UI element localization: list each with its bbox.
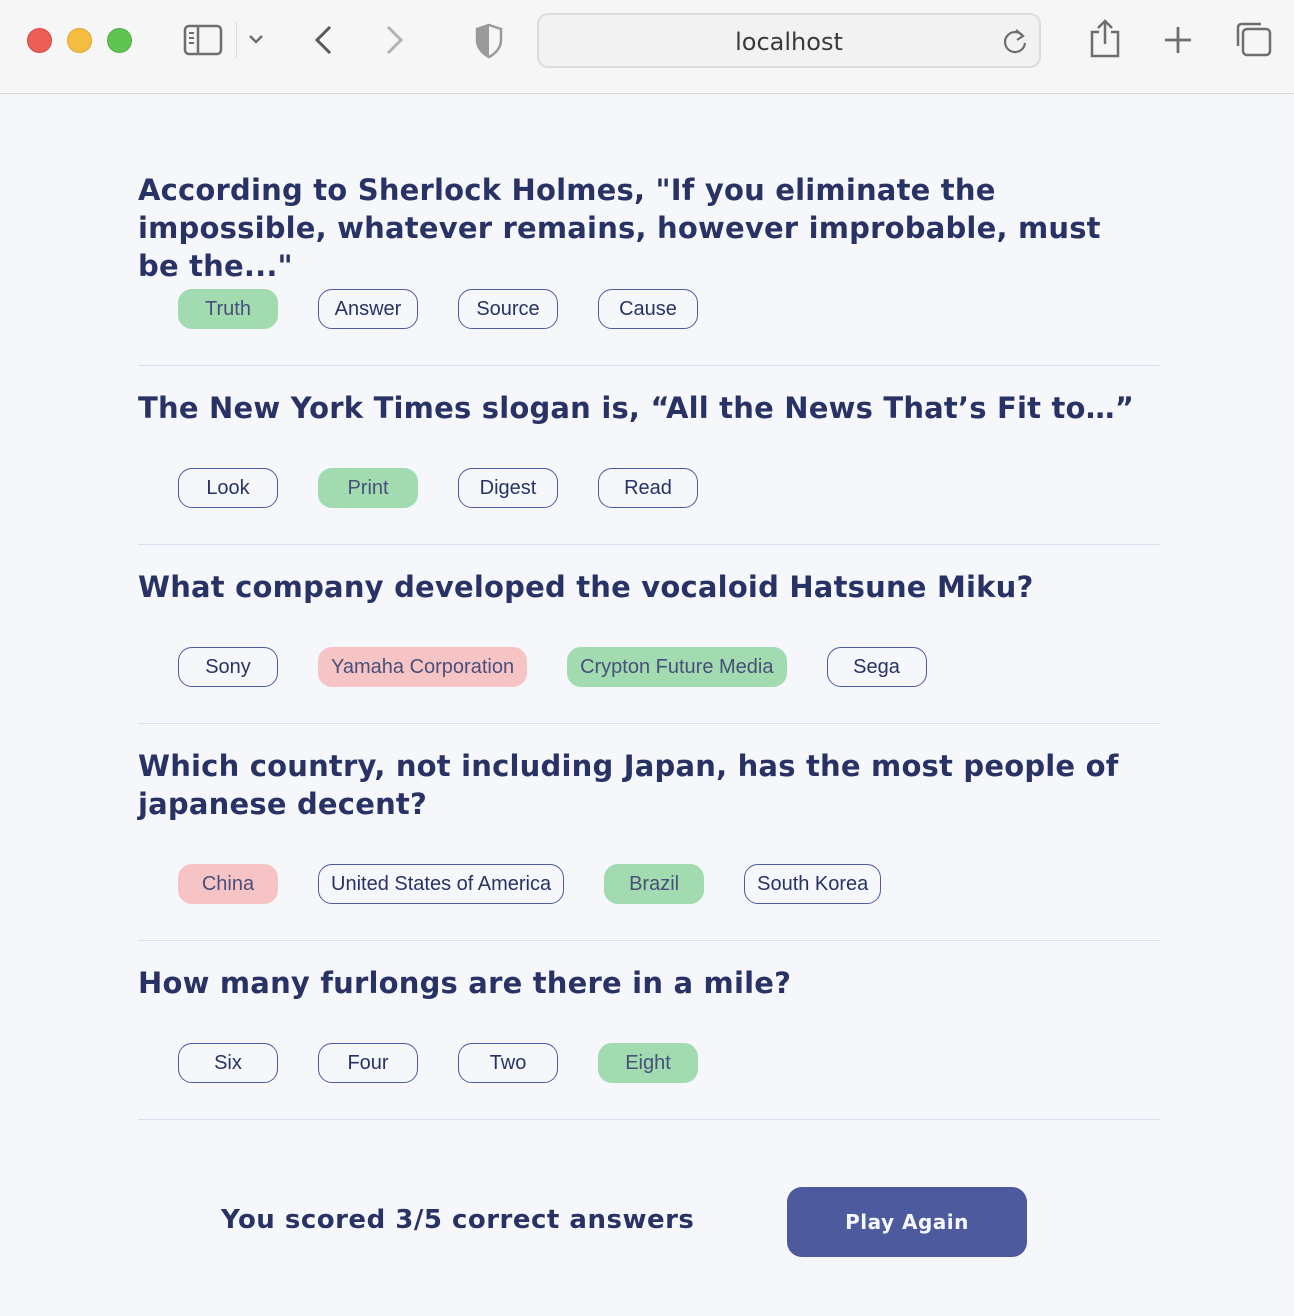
url-text: localhost: [735, 28, 843, 56]
chevron-down-icon[interactable]: [248, 33, 264, 45]
answer-options: Six Four Two Eight: [178, 1043, 738, 1083]
question-text: What company developed the vocaloid Hats…: [138, 570, 1034, 604]
answer-options: Look Print Digest Read: [178, 468, 738, 508]
address-bar[interactable]: localhost: [537, 13, 1041, 68]
play-again-button[interactable]: Play Again: [787, 1187, 1027, 1257]
new-tab-icon[interactable]: [1162, 24, 1194, 56]
score-text: You scored 3/5 correct answers: [221, 1205, 695, 1235]
share-icon[interactable]: [1088, 18, 1122, 60]
answer-option[interactable]: Answer: [318, 289, 418, 329]
answer-option[interactable]: Sony: [178, 647, 278, 687]
answer-option[interactable]: Look: [178, 468, 278, 508]
answer-option[interactable]: Eight: [598, 1043, 698, 1083]
answer-options: Sony Yamaha Corporation Crypton Future M…: [178, 647, 967, 687]
answer-options: Truth Answer Source Cause: [178, 289, 738, 329]
answer-option[interactable]: Print: [318, 468, 418, 508]
question-card: How many furlongs are there in a mile? S…: [138, 941, 1160, 1120]
question-card: According to Sherlock Holmes, "If you el…: [138, 94, 1160, 366]
zoom-window-button[interactable]: [107, 28, 132, 53]
question-text: How many furlongs are there in a mile?: [138, 966, 792, 1000]
answer-option[interactable]: Sega: [826, 647, 927, 687]
answer-option[interactable]: China: [178, 864, 278, 904]
question-text: Which country, not including Japan, has …: [138, 749, 1119, 821]
answer-option[interactable]: Brazil: [604, 864, 705, 904]
answer-option[interactable]: South Korea: [744, 864, 882, 904]
answer-option[interactable]: Yamaha Corporation: [318, 647, 528, 687]
sidebar-icon[interactable]: [183, 24, 223, 56]
answer-option[interactable]: United States of America: [318, 864, 565, 904]
close-window-button[interactable]: [27, 28, 52, 53]
toolbar-divider: [236, 22, 237, 58]
answer-option[interactable]: Crypton Future Media: [567, 647, 787, 687]
reload-icon[interactable]: [1001, 26, 1029, 61]
tabs-overview-icon[interactable]: [1234, 20, 1274, 58]
question-text: The New York Times slogan is, “All the N…: [138, 391, 1135, 425]
answer-option[interactable]: Six: [178, 1043, 278, 1083]
answer-option[interactable]: Four: [318, 1043, 418, 1083]
question-card: Which country, not including Japan, has …: [138, 724, 1160, 941]
shield-icon[interactable]: [474, 23, 504, 59]
answer-option[interactable]: Cause: [598, 289, 698, 329]
back-icon[interactable]: [312, 24, 334, 56]
answer-option[interactable]: Source: [458, 289, 558, 329]
forward-icon[interactable]: [384, 24, 406, 56]
browser-toolbar: localhost: [0, 0, 1294, 94]
question-text: According to Sherlock Holmes, "If you el…: [138, 173, 1101, 283]
answer-options: China United States of America Brazil So…: [178, 864, 921, 904]
question-card: The New York Times slogan is, “All the N…: [138, 366, 1160, 545]
answer-option[interactable]: Truth: [178, 289, 278, 329]
answer-option[interactable]: Read: [598, 468, 698, 508]
answer-option[interactable]: Digest: [458, 468, 558, 508]
question-card: What company developed the vocaloid Hats…: [138, 545, 1160, 724]
minimize-window-button[interactable]: [67, 28, 92, 53]
answer-option[interactable]: Two: [458, 1043, 558, 1083]
